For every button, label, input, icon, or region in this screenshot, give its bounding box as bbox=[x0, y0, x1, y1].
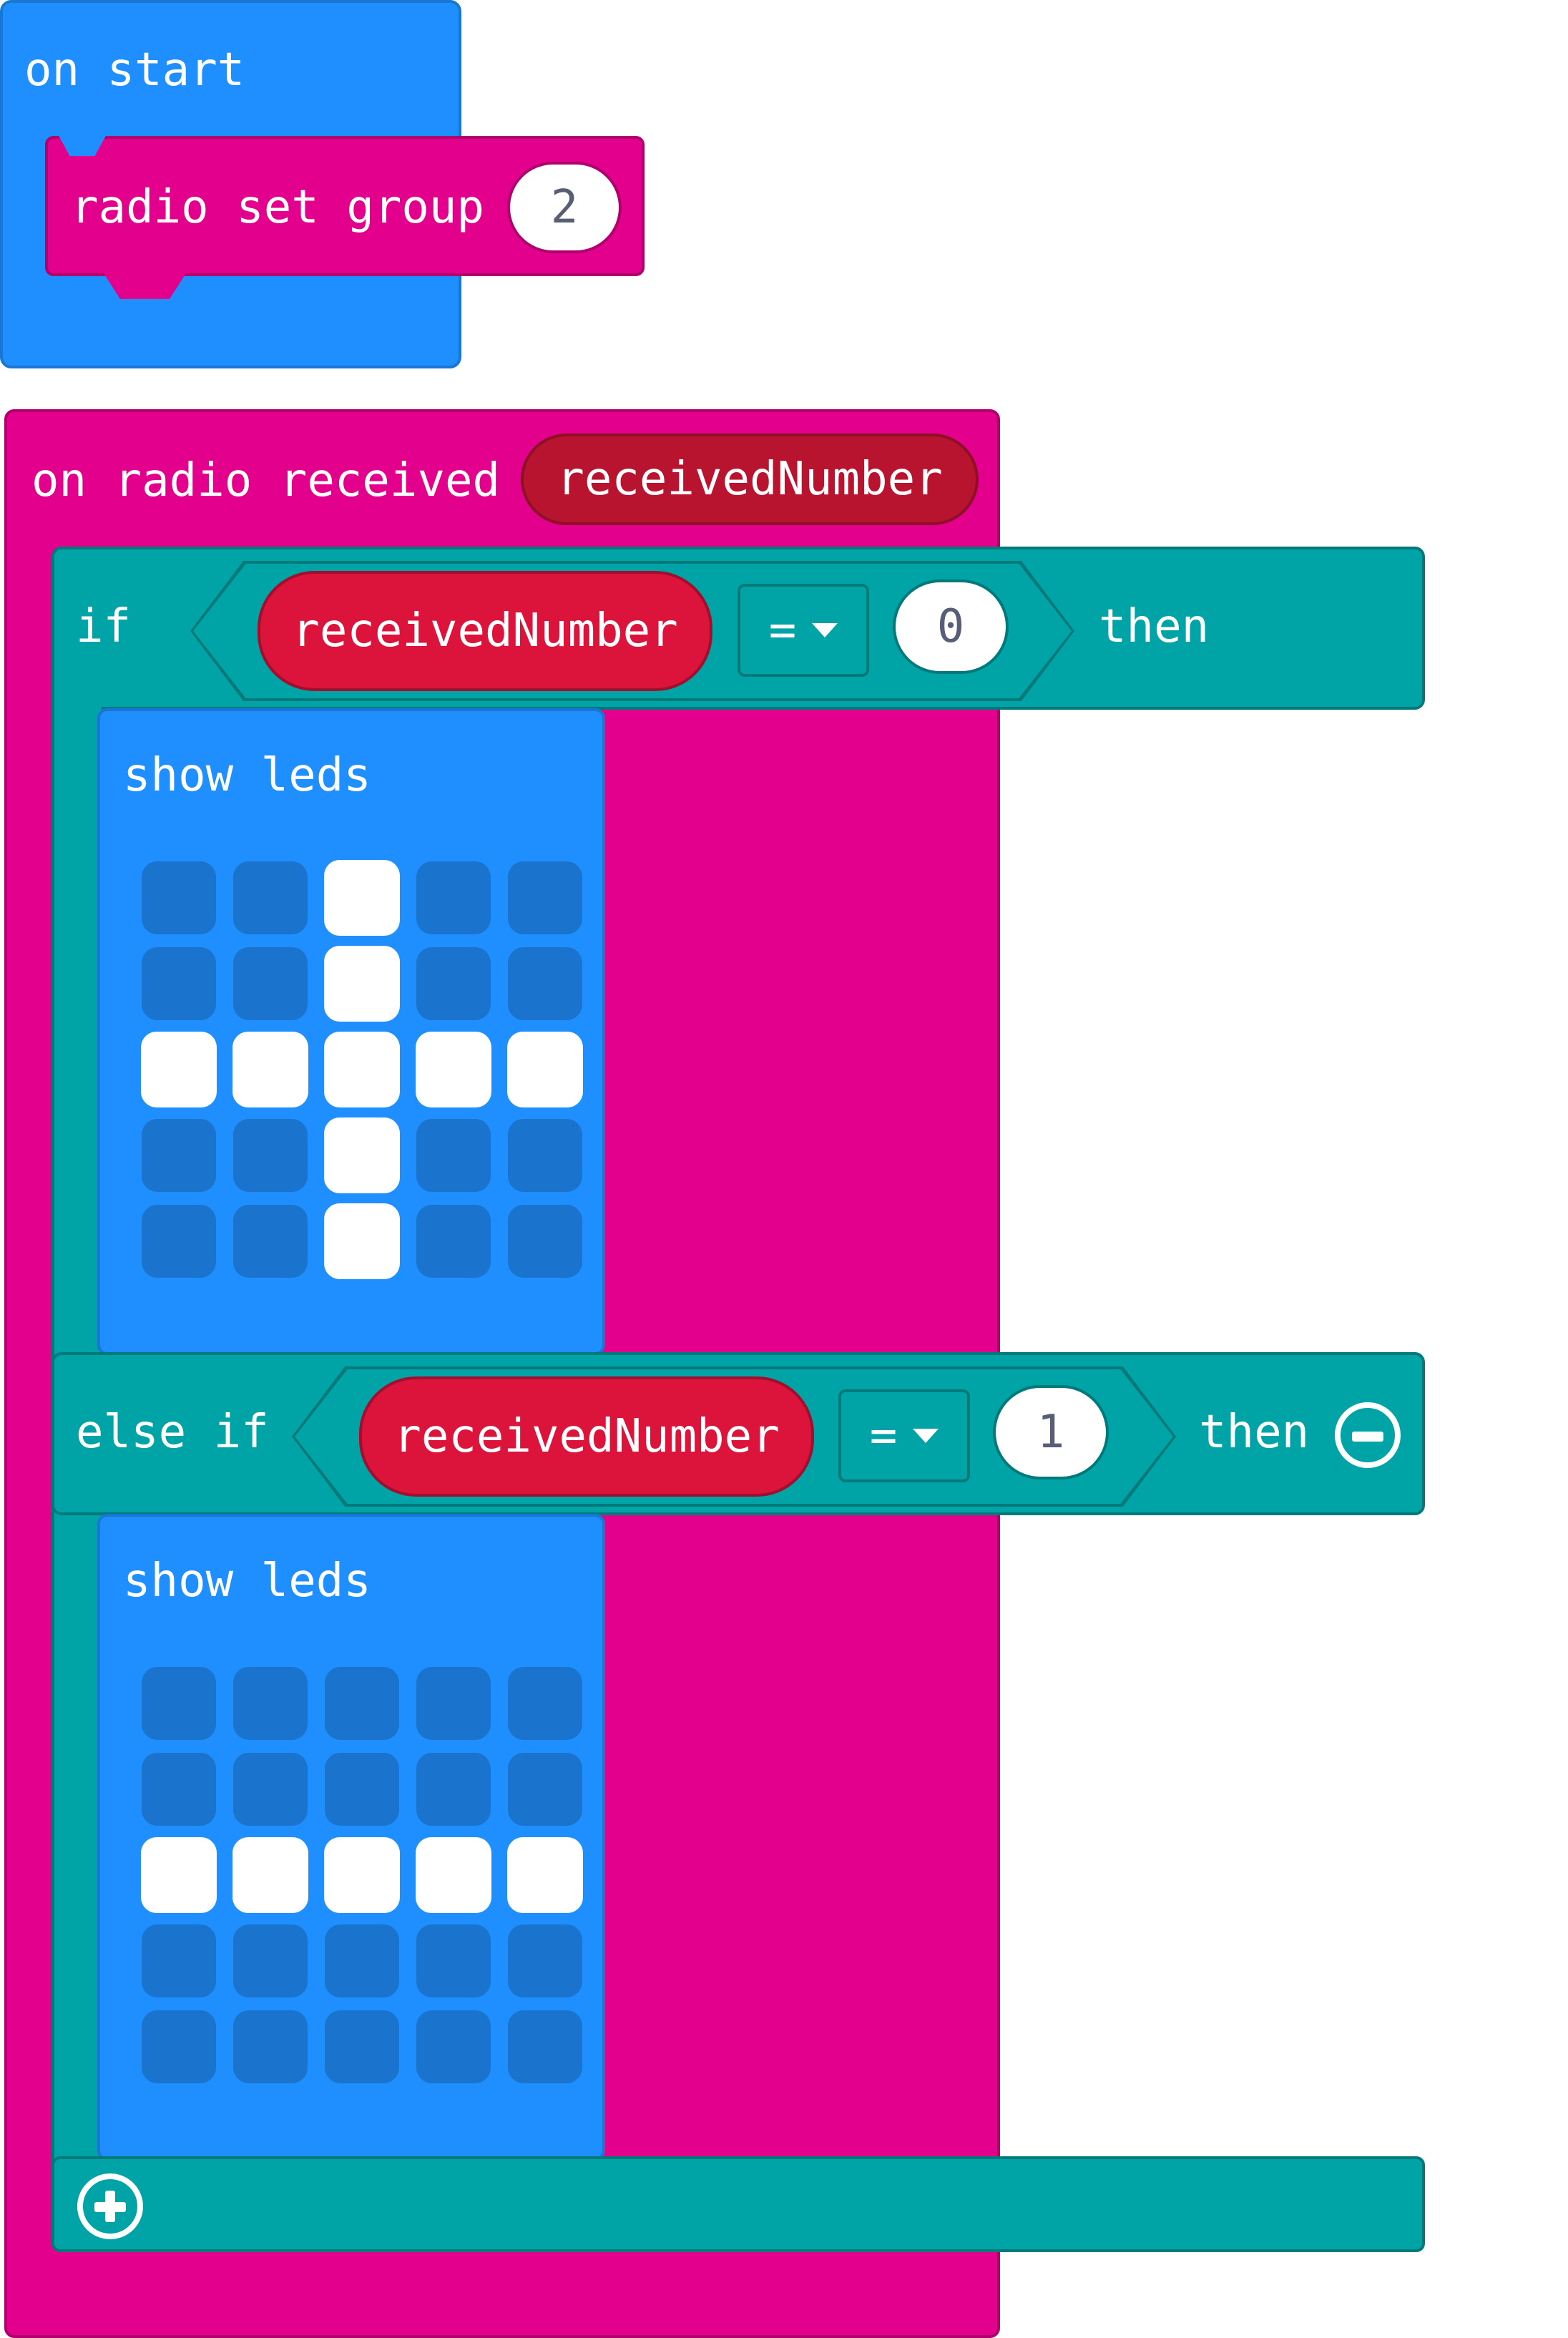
on-start-label: on start bbox=[24, 44, 245, 97]
else-if-variable-received-number[interactable]: receivedNumber bbox=[359, 1376, 814, 1497]
led-cell-r3-c0-off[interactable] bbox=[142, 1119, 216, 1192]
radio-set-group-block[interactable]: radio set group 2 bbox=[45, 136, 645, 276]
led-cell-r2-c4-on[interactable] bbox=[507, 1837, 583, 1913]
show-leds-label-2: show leds bbox=[123, 1555, 371, 1608]
led-cell-r4-c0-off[interactable] bbox=[142, 2010, 216, 2083]
dropdown-arrow-icon bbox=[913, 1429, 939, 1443]
led-cell-r4-c2-on[interactable] bbox=[324, 1203, 400, 1279]
led-cell-r4-c2-off[interactable] bbox=[325, 2010, 399, 2083]
led-cell-r1-c4-off[interactable] bbox=[508, 947, 582, 1020]
if-block[interactable]: if receivedNumber = 0 then bbox=[52, 547, 1425, 710]
led-cell-r0-c2-on[interactable] bbox=[324, 860, 400, 936]
led-cell-r4-c0-off[interactable] bbox=[142, 1205, 216, 1278]
led-cell-r1-c0-off[interactable] bbox=[142, 947, 216, 1020]
led-cell-r1-c2-off[interactable] bbox=[325, 1753, 399, 1826]
if-value-input[interactable]: 0 bbox=[893, 579, 1009, 674]
led-cell-r2-c2-on[interactable] bbox=[324, 1032, 400, 1107]
received-number-param[interactable]: receivedNumber bbox=[521, 434, 979, 525]
led-cell-r4-c3-off[interactable] bbox=[416, 2010, 491, 2083]
led-cell-r2-c1-on[interactable] bbox=[232, 1837, 308, 1913]
show-leds-label-1: show leds bbox=[123, 749, 371, 802]
led-cell-r2-c4-on[interactable] bbox=[507, 1032, 583, 1107]
if-operator-dropdown[interactable]: = bbox=[738, 584, 869, 677]
led-cell-r3-c3-off[interactable] bbox=[416, 1119, 491, 1192]
led-cell-r4-c4-off[interactable] bbox=[508, 2010, 582, 2083]
led-grid-1[interactable] bbox=[141, 860, 585, 1291]
group-number-input[interactable]: 2 bbox=[507, 162, 622, 253]
radio-set-group-label: radio set group bbox=[71, 181, 484, 234]
else-if-block[interactable]: else if receivedNumber = 1 then bbox=[52, 1352, 1425, 1515]
else-if-label: else if bbox=[76, 1406, 269, 1459]
led-cell-r4-c1-off[interactable] bbox=[233, 2010, 308, 2083]
if-variable-label: receivedNumber bbox=[292, 605, 678, 657]
led-cell-r0-c0-off[interactable] bbox=[142, 1667, 216, 1740]
led-cell-r0-c1-off[interactable] bbox=[233, 1667, 308, 1740]
plus-circle-icon[interactable] bbox=[77, 2173, 143, 2239]
led-cell-r1-c2-on[interactable] bbox=[324, 946, 400, 1022]
led-cell-r3-c4-off[interactable] bbox=[508, 1924, 582, 1997]
led-cell-r4-c3-off[interactable] bbox=[416, 1205, 491, 1278]
on-radio-received-label: on radio received bbox=[31, 454, 501, 507]
else-if-then-label: then bbox=[1199, 1406, 1310, 1459]
led-cell-r1-c1-off[interactable] bbox=[233, 947, 308, 1020]
led-cell-r4-c1-off[interactable] bbox=[233, 1205, 308, 1278]
if-variable-received-number[interactable]: receivedNumber bbox=[258, 571, 712, 691]
led-cell-r2-c0-on[interactable] bbox=[141, 1837, 217, 1913]
led-cell-r0-c3-off[interactable] bbox=[416, 861, 491, 934]
if-then-label: then bbox=[1099, 600, 1210, 653]
led-cell-r3-c3-off[interactable] bbox=[416, 1924, 491, 1997]
led-cell-r2-c2-on[interactable] bbox=[324, 1837, 400, 1913]
led-cell-r1-c0-off[interactable] bbox=[142, 1753, 216, 1826]
led-cell-r3-c4-off[interactable] bbox=[508, 1119, 582, 1192]
led-cell-r1-c3-off[interactable] bbox=[416, 1753, 491, 1826]
led-cell-r0-c3-off[interactable] bbox=[416, 1667, 491, 1740]
show-leds-block-2[interactable]: show leds bbox=[97, 1514, 605, 2161]
minus-circle-icon[interactable] bbox=[1335, 1402, 1401, 1468]
led-cell-r0-c4-off[interactable] bbox=[508, 861, 582, 934]
led-cell-r2-c3-on[interactable] bbox=[416, 1837, 491, 1913]
received-number-param-label: receivedNumber bbox=[557, 453, 943, 506]
if-block-spine-lower bbox=[52, 1502, 102, 2175]
else-if-variable-label: receivedNumber bbox=[393, 1410, 780, 1463]
led-cell-r0-c1-off[interactable] bbox=[233, 861, 308, 934]
led-cell-r2-c0-on[interactable] bbox=[141, 1032, 217, 1107]
led-cell-r1-c1-off[interactable] bbox=[233, 1753, 308, 1826]
else-if-operator-dropdown[interactable]: = bbox=[838, 1389, 970, 1482]
led-cell-r1-c3-off[interactable] bbox=[416, 947, 491, 1020]
led-cell-r0-c0-off[interactable] bbox=[142, 861, 216, 934]
operator-label: = bbox=[869, 1409, 898, 1462]
led-cell-r2-c3-on[interactable] bbox=[416, 1032, 491, 1107]
led-cell-r3-c1-off[interactable] bbox=[233, 1119, 308, 1192]
led-cell-r3-c0-off[interactable] bbox=[142, 1924, 216, 1997]
led-cell-r2-c1-on[interactable] bbox=[232, 1032, 308, 1107]
operator-label: = bbox=[768, 604, 797, 657]
if-block-footer bbox=[52, 2156, 1425, 2252]
led-cell-r1-c4-off[interactable] bbox=[508, 1753, 582, 1826]
led-grid-2[interactable] bbox=[141, 1667, 585, 2096]
else-if-value-input[interactable]: 1 bbox=[993, 1385, 1109, 1479]
if-label: if bbox=[76, 600, 132, 653]
dropdown-arrow-icon bbox=[812, 623, 838, 637]
led-cell-r0-c4-off[interactable] bbox=[508, 1667, 582, 1740]
led-cell-r3-c2-on[interactable] bbox=[324, 1117, 400, 1193]
led-cell-r0-c2-off[interactable] bbox=[325, 1667, 399, 1740]
led-cell-r3-c2-off[interactable] bbox=[325, 1924, 399, 1997]
led-cell-r3-c1-off[interactable] bbox=[233, 1924, 308, 1997]
show-leds-block-1[interactable]: show leds bbox=[97, 708, 605, 1355]
led-cell-r4-c4-off[interactable] bbox=[508, 1205, 582, 1278]
